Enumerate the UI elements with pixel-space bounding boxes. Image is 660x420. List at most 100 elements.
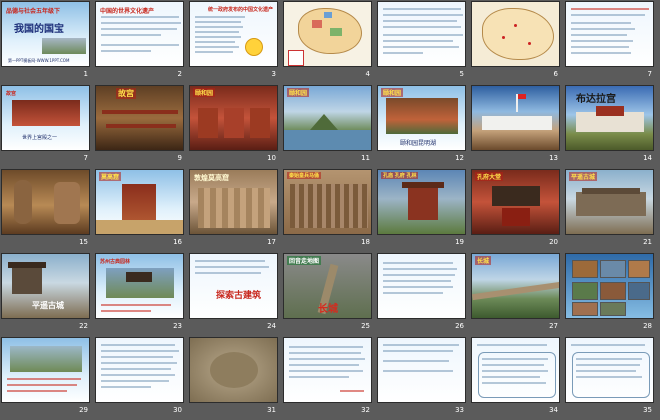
slide-title: 统一政府发布的中国文化遗产 [208, 7, 274, 13]
slide-thumbnail[interactable]: 26 [376, 252, 470, 336]
slide-number: 22 [79, 322, 88, 330]
slide-sorter-grid: 品德与社会五年级下 我国的国宝 第一PPT模板网-WWW.1PPT.COM 1 … [0, 0, 660, 414]
slide-preview: 莫高窟 [95, 169, 184, 235]
slide-preview: 长城 [471, 253, 560, 319]
slide-thumbnail[interactable]: 故宫 世界上宫殿之一 7 [0, 84, 94, 168]
slide-preview: 品德与社会五年级下 我国的国宝 第一PPT模板网-WWW.1PPT.COM [1, 1, 90, 67]
slide-title: 孔府大堂 [475, 172, 504, 181]
slide-thumbnail[interactable]: 苏州古典园林 23 [94, 252, 188, 336]
slide-caption: 长城 [318, 304, 338, 315]
slide-thumbnail[interactable]: 长城 27 [470, 252, 564, 336]
slide-title: 孔庙 孔府 孔林 [381, 172, 419, 179]
slide-title: 中国的世界文化遗产 [100, 8, 155, 15]
slide-number: 21 [643, 238, 652, 246]
slide-thumbnail[interactable]: 中国的世界文化遗产 2 [94, 0, 188, 84]
palace-image [12, 100, 80, 126]
slide-number: 7 [647, 70, 652, 78]
slide-number: 4 [365, 70, 370, 78]
slide-preview [189, 337, 278, 403]
slide-number: 5 [459, 70, 464, 78]
slide-number: 28 [643, 322, 652, 330]
slide-preview [95, 337, 184, 403]
slide-preview: 布达拉宫 [565, 85, 654, 151]
slide-thumbnail[interactable]: 平遥古城 22 [0, 252, 94, 336]
slide-number: 7 [83, 154, 88, 162]
slide-thumbnail[interactable]: 4 [282, 0, 376, 84]
slide-thumbnail[interactable]: 5 [376, 0, 470, 84]
slide-number: 27 [549, 322, 558, 330]
slide-number: 25 [361, 322, 370, 330]
slide-preview: 颐和园 [189, 85, 278, 151]
slide-preview [377, 337, 466, 403]
slide-preview: 中国的世界文化遗产 [95, 1, 184, 67]
slide-thumbnail[interactable]: 35 [564, 336, 658, 420]
slide-thumbnail[interactable]: 32 [282, 336, 376, 420]
slide-title: 秦始皇兵马俑 [287, 172, 322, 179]
slide-preview [471, 1, 560, 67]
china-map [482, 8, 554, 60]
slide-caption: 颐和园昆明湖 [400, 140, 437, 147]
slide-thumbnail[interactable]: 颐和园 颐和园昆明湖 12 [376, 84, 470, 168]
slide-number: 11 [361, 154, 370, 162]
slide-thumbnail[interactable]: 29 [0, 336, 94, 420]
slide-preview [565, 337, 654, 403]
slide-thumbnail[interactable]: 统一政府发布的中国文化遗产 3 [188, 0, 282, 84]
slide-caption: 世界上宫殿之一 [22, 135, 58, 141]
slide-thumbnail[interactable]: 31 [188, 336, 282, 420]
slide-preview: 平遥古城 [1, 253, 90, 319]
slide-thumbnail[interactable]: 7 [564, 0, 658, 84]
slide-thumbnail[interactable]: 颐和园 10 [188, 84, 282, 168]
slide-thumbnail[interactable]: 回音走地图 长城 25 [282, 252, 376, 336]
slide-thumbnail[interactable]: 颐和园 11 [282, 84, 376, 168]
slide-caption: 平遥古城 [32, 301, 64, 310]
slide-thumbnail[interactable]: 敦煌莫高窟 17 [188, 168, 282, 252]
slide-thumbnail[interactable]: 28 [564, 252, 658, 336]
slide-thumbnail[interactable]: 13 [470, 84, 564, 168]
slide-number: 9 [177, 154, 182, 162]
slide-number: 33 [455, 406, 464, 414]
slide-preview [283, 1, 372, 67]
slide-thumbnail[interactable]: 莫高窟 16 [94, 168, 188, 252]
slide-thumbnail[interactable]: 平遥古城 21 [564, 168, 658, 252]
slide-number: 2 [177, 70, 182, 78]
slide-thumbnail[interactable]: 探索古建筑 24 [188, 252, 282, 336]
slide-thumbnail[interactable]: 故宫 9 [94, 84, 188, 168]
slide-title: 布达拉宫 [576, 94, 616, 105]
landscape-image [42, 38, 86, 54]
slide-thumbnail[interactable]: 孔府大堂 20 [470, 168, 564, 252]
slide-thumbnail[interactable]: 34 [470, 336, 564, 420]
slide-thumbnail[interactable]: 6 [470, 0, 564, 84]
slide-number: 17 [267, 238, 276, 246]
slide-number: 16 [173, 238, 182, 246]
slide-title: 颐和园 [193, 88, 216, 97]
slide-preview [565, 253, 654, 319]
slide-number: 31 [267, 406, 276, 414]
slide-number: 32 [361, 406, 370, 414]
slide-number: 15 [79, 238, 88, 246]
slide-number: 24 [267, 322, 276, 330]
slide-thumbnail[interactable]: 15 [0, 168, 94, 252]
slide-preview [1, 337, 90, 403]
smiley-icon [245, 38, 263, 56]
slide-number: 13 [549, 154, 558, 162]
slide-preview [471, 85, 560, 151]
slide-number: 3 [271, 70, 276, 78]
slide-thumbnail[interactable]: 30 [94, 336, 188, 420]
slide-thumbnail[interactable]: 33 [376, 336, 470, 420]
slide-thumbnail[interactable]: 孔庙 孔府 孔林 19 [376, 168, 470, 252]
slide-title: 回音走地图 [287, 256, 322, 265]
slide-number: 14 [643, 154, 652, 162]
slide-thumbnail[interactable]: 品德与社会五年级下 我国的国宝 第一PPT模板网-WWW.1PPT.COM 1 [0, 0, 94, 84]
slide-preview [1, 169, 90, 235]
slide-title: 颐和园 [287, 88, 310, 97]
slide-number: 26 [455, 322, 464, 330]
slide-preview: 回音走地图 长城 [283, 253, 372, 319]
slide-subtitle: 我国的国宝 [14, 24, 64, 35]
slide-number: 19 [455, 238, 464, 246]
slide-thumbnail[interactable]: 布达拉宫 14 [564, 84, 658, 168]
slide-number: 12 [455, 154, 464, 162]
slide-title: 莫高窟 [99, 172, 122, 181]
slide-thumbnail[interactable]: 秦始皇兵马俑 18 [282, 168, 376, 252]
slide-number: 34 [549, 406, 558, 414]
slide-preview: 颐和园 [283, 85, 372, 151]
